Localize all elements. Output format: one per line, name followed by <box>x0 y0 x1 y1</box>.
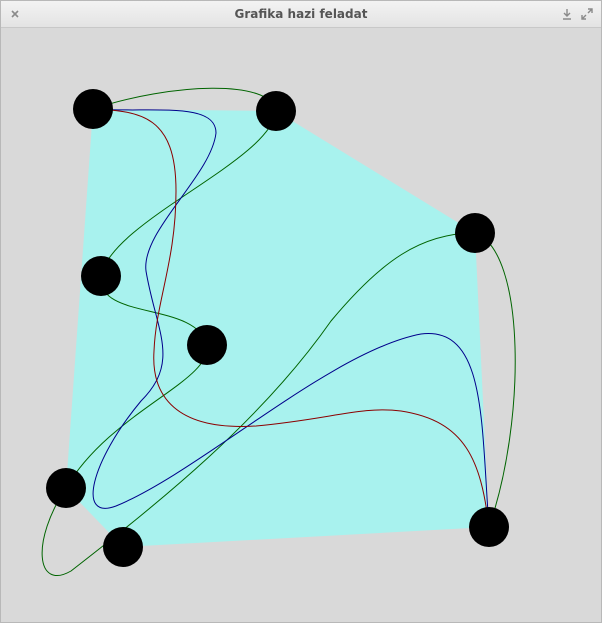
convex-hull <box>66 109 489 547</box>
graph-node[interactable] <box>455 213 495 253</box>
graph-node[interactable] <box>256 91 296 131</box>
graph-node[interactable] <box>103 527 143 567</box>
expand-arrows-icon[interactable] <box>579 6 595 22</box>
download-arrow-icon[interactable] <box>559 6 575 22</box>
graph-canvas[interactable] <box>1 27 601 623</box>
window-title: Grafika hazi feladat <box>234 7 368 21</box>
title-bar[interactable]: Grafika hazi feladat <box>1 1 601 28</box>
graph-node[interactable] <box>81 256 121 296</box>
graph-node[interactable] <box>73 89 113 129</box>
graph-node[interactable] <box>187 325 227 365</box>
graph-node[interactable] <box>469 507 509 547</box>
app-window: Grafika hazi feladat <box>0 0 602 623</box>
graph-node[interactable] <box>46 468 86 508</box>
